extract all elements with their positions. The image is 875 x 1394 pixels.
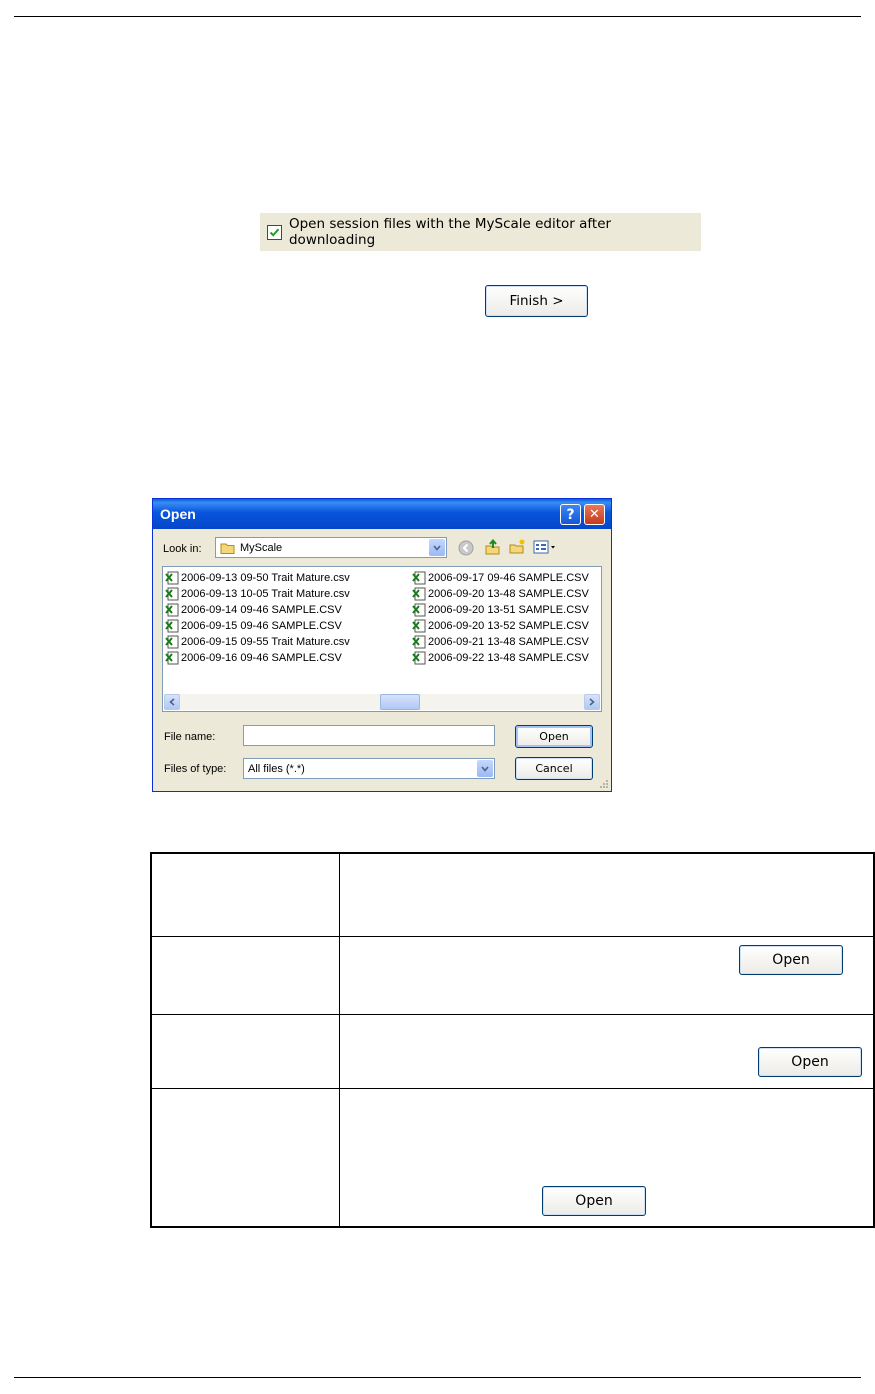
excel-file-icon [165, 619, 179, 633]
dialog-title: Open [160, 506, 196, 522]
header-rule [14, 16, 861, 17]
open-session-checkbox-row[interactable]: Open session files with the MyScale edit… [260, 213, 701, 251]
back-icon[interactable] [458, 540, 474, 556]
help-button[interactable]: ? [560, 504, 581, 525]
list-item[interactable]: 2006-09-15 09-46 SAMPLE.CSV [165, 618, 342, 634]
chevron-right-icon [589, 698, 595, 706]
dialog-titlebar[interactable]: Open ? ✕ [153, 499, 611, 529]
list-item[interactable]: 2006-09-14 09-46 SAMPLE.CSV [165, 602, 342, 618]
folder-icon [220, 543, 235, 554]
finish-button[interactable]: Finish > [485, 285, 588, 317]
files-of-type-dropdown-button[interactable] [477, 760, 493, 777]
look-in-value: MyScale [240, 541, 283, 554]
list-item[interactable]: 2006-09-15 09-55 Trait Mature.csv [165, 634, 350, 650]
list-item[interactable]: 2006-09-20 13-48 SAMPLE.CSV [412, 586, 589, 602]
files-of-type-label: Files of type: [164, 763, 227, 775]
scroll-thumb[interactable] [380, 694, 420, 710]
new-folder-icon[interactable] [508, 538, 526, 556]
chevron-down-icon [481, 765, 489, 772]
cancel-button[interactable]: Cancel [515, 757, 593, 780]
scroll-left-button[interactable] [164, 694, 180, 710]
file-list[interactable]: 2006-09-13 09-50 Trait Mature.csv 2006-0… [162, 566, 602, 712]
list-item[interactable]: 2006-09-13 09-50 Trait Mature.csv [165, 570, 350, 586]
open-session-checkbox[interactable] [267, 224, 282, 240]
excel-file-icon [165, 603, 179, 617]
excel-file-icon [412, 571, 426, 585]
look-in-dropdown-button[interactable] [429, 539, 445, 556]
open-file-dialog: Open ? ✕ Look in: MyScale 2006-09-13 09-… [152, 498, 612, 792]
open-button-label: Open [539, 730, 569, 743]
excel-file-icon [412, 635, 426, 649]
footer-rule [14, 1377, 861, 1378]
look-in-label: Look in: [163, 543, 202, 555]
list-item[interactable]: 2006-09-20 13-52 SAMPLE.CSV [412, 618, 589, 634]
open-session-checkbox-label: Open session files with the MyScale edit… [288, 216, 612, 248]
excel-file-icon [165, 651, 179, 665]
list-item[interactable]: 2006-09-17 09-46 SAMPLE.CSV [412, 570, 589, 586]
scroll-right-button[interactable] [584, 694, 600, 710]
close-icon: ✕ [589, 507, 600, 522]
finish-button-label: Finish > [509, 293, 564, 309]
list-item[interactable]: 2006-09-21 13-48 SAMPLE.CSV [412, 634, 589, 650]
file-name-input[interactable] [243, 725, 495, 746]
checkmark-icon [269, 228, 280, 237]
open-button[interactable]: Open [515, 725, 593, 748]
excel-file-icon [165, 635, 179, 649]
resize-grip-icon[interactable] [599, 779, 609, 789]
excel-file-icon [412, 651, 426, 665]
view-menu-icon[interactable] [533, 539, 557, 555]
instruction-table: Open Open Open [150, 852, 875, 1228]
table-column-divider [339, 854, 340, 1226]
excel-file-icon [165, 587, 179, 601]
table-open-button: Open [739, 945, 843, 975]
excel-file-icon [412, 603, 426, 617]
table-row-divider [152, 936, 873, 937]
list-item[interactable]: 2006-09-16 09-46 SAMPLE.CSV [165, 650, 342, 666]
cancel-button-label: Cancel [535, 762, 573, 775]
table-open-button: Open [542, 1186, 646, 1216]
up-folder-icon[interactable] [483, 538, 501, 556]
chevron-down-icon [433, 544, 441, 551]
excel-file-icon [412, 619, 426, 633]
horizontal-scrollbar[interactable] [164, 694, 600, 710]
close-button[interactable]: ✕ [584, 504, 605, 525]
files-of-type-select[interactable]: All files (*.*) [243, 758, 495, 779]
list-item[interactable]: 2006-09-13 10-05 Trait Mature.csv [165, 586, 350, 602]
excel-file-icon [412, 587, 426, 601]
list-item[interactable]: 2006-09-22 13-48 SAMPLE.CSV [412, 650, 589, 666]
files-of-type-value: All files (*.*) [248, 762, 305, 775]
file-name-label: File name: [164, 731, 216, 743]
look-in-combo[interactable]: MyScale [215, 537, 447, 558]
chevron-left-icon [169, 698, 175, 706]
help-icon: ? [566, 506, 575, 523]
list-item[interactable]: 2006-09-20 13-51 SAMPLE.CSV [412, 602, 589, 618]
excel-file-icon [165, 571, 179, 585]
table-row-divider [152, 1014, 873, 1015]
table-row-divider [152, 1088, 873, 1089]
table-open-button: Open [758, 1047, 862, 1077]
